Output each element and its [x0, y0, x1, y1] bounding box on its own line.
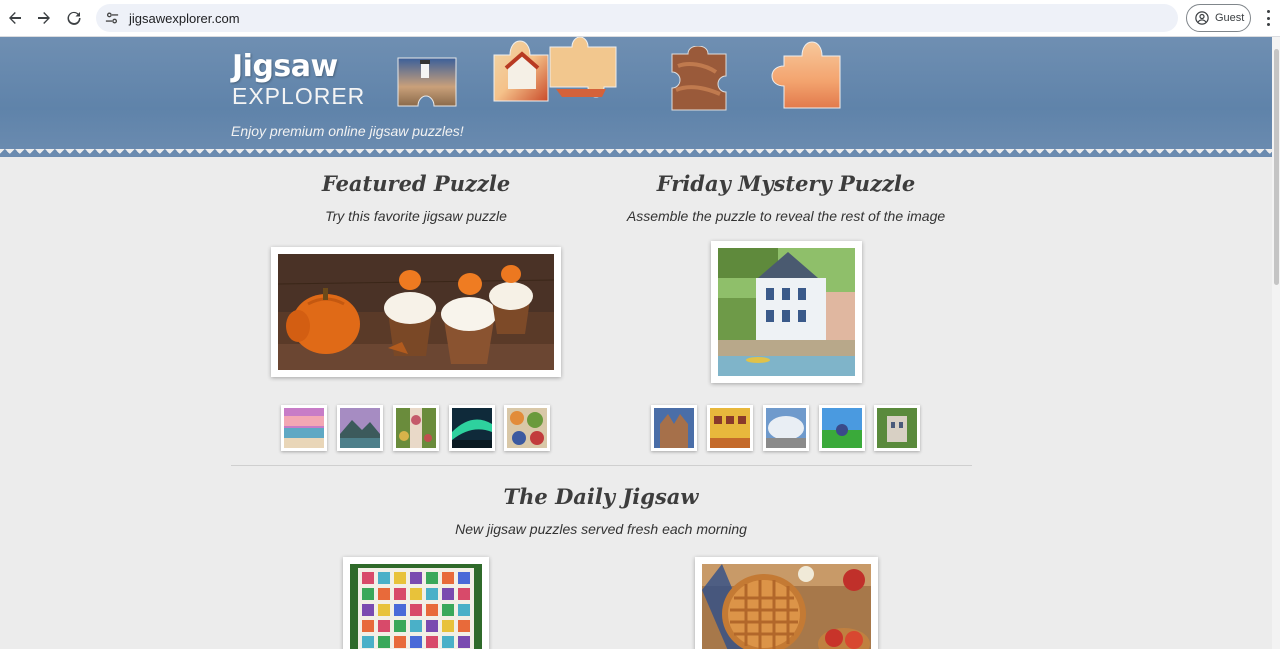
forward-arrow-icon[interactable] [29, 3, 59, 33]
mystery-thumb-manor[interactable] [874, 405, 920, 451]
mystery-thumb-green-field[interactable] [819, 405, 865, 451]
rock-puzzle-piece-icon [671, 46, 727, 111]
scrollbar-thumb[interactable] [1274, 49, 1279, 285]
cloud-city-photo [766, 408, 806, 448]
logo-bottom-text: EXPLORER [232, 83, 366, 109]
mystery-thumb-cloud-city[interactable] [763, 405, 809, 451]
section-divider [231, 465, 972, 466]
flowers-photo [396, 408, 436, 448]
featured-puzzle-title[interactable]: Featured Puzzle [301, 171, 531, 196]
apple-pie-photo [702, 564, 871, 649]
mystery-puzzle-image[interactable] [711, 241, 862, 383]
daily-jigsaw-title[interactable]: The Daily Jigsaw [471, 484, 731, 509]
more-vert-icon[interactable] [1262, 9, 1274, 27]
daily-puzzle-quilt[interactable] [343, 557, 489, 649]
cottage-puzzle-pieces-icon [493, 37, 617, 102]
account-circle-icon [1195, 11, 1209, 25]
site-logo[interactable]: Jigsaw EXPLORER [232, 49, 366, 109]
food-bowls-photo [507, 408, 547, 448]
site-header: Jigsaw EXPLORER Enjoy premium online jig… [0, 37, 1272, 157]
profile-label: Guest [1215, 12, 1245, 24]
beach-sunset-photo [284, 408, 324, 448]
sunset-puzzle-piece-icon [771, 41, 841, 109]
featured-thumb-mountain-lake[interactable] [337, 405, 383, 451]
yellow-building-photo [710, 408, 750, 448]
featured-puzzle-image[interactable] [271, 247, 561, 377]
daily-puzzle-apple-pie[interactable] [695, 557, 878, 649]
mystery-puzzle-subtitle: Assemble the puzzle to reveal the rest o… [626, 208, 946, 224]
cupcakes-pumpkin-photo [277, 254, 555, 370]
tune-icon[interactable] [105, 11, 119, 25]
mystery-thumb-castle[interactable] [651, 405, 697, 451]
address-bar[interactable]: jigsawexplorer.com [96, 4, 1178, 32]
seaside-house-photo [718, 248, 855, 376]
mystery-thumb-yellow-building[interactable] [707, 405, 753, 451]
featured-thumb-food-bowls[interactable] [504, 405, 550, 451]
daily-jigsaw-subtitle: New jigsaw puzzles served fresh each mor… [455, 521, 747, 537]
featured-thumb-flowers[interactable] [393, 405, 439, 451]
lighthouse-puzzle-piece-icon [397, 57, 457, 107]
mountain-lake-photo [340, 408, 380, 448]
manor-photo [877, 408, 917, 448]
featured-thumb-beach-sunset[interactable] [281, 405, 327, 451]
back-arrow-icon[interactable] [0, 3, 30, 33]
tagline: Enjoy premium online jigsaw puzzles! [231, 123, 464, 139]
castle-photo [654, 408, 694, 448]
browser-toolbar: jigsawexplorer.com Guest [0, 0, 1280, 37]
aurora-photo [452, 408, 492, 448]
featured-thumb-aurora[interactable] [449, 405, 495, 451]
profile-button[interactable]: Guest [1186, 4, 1251, 32]
mystery-puzzle-title[interactable]: Friday Mystery Puzzle [636, 171, 936, 196]
crochet-quilt-photo [350, 564, 482, 649]
url-text[interactable]: jigsawexplorer.com [129, 11, 240, 26]
page-scrollbar[interactable] [1272, 37, 1280, 649]
logo-top-text: Jigsaw [232, 49, 338, 84]
reload-icon[interactable] [59, 3, 89, 33]
green-field-photo [822, 408, 862, 448]
featured-puzzle-subtitle: Try this favorite jigsaw puzzle [325, 208, 507, 224]
